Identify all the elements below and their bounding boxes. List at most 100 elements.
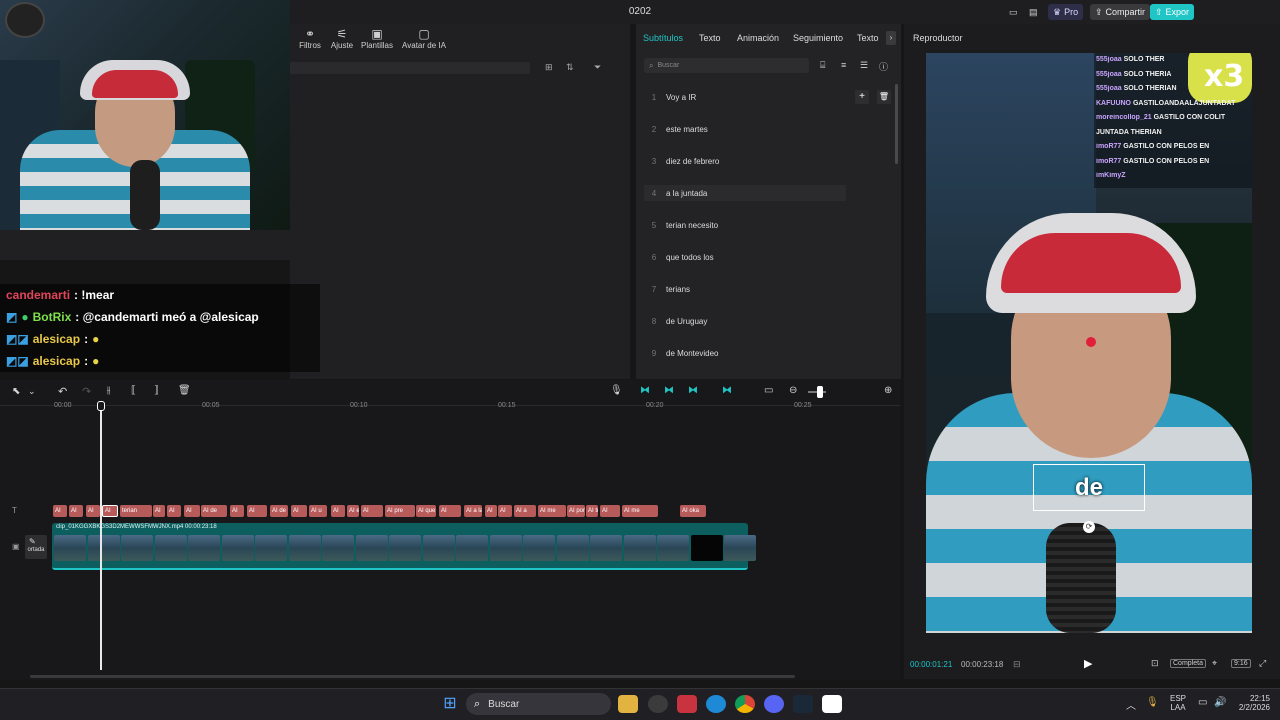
- subtitle-chip[interactable]: AI: [167, 505, 181, 517]
- link-icon[interactable]: ⧓: [640, 385, 650, 396]
- zoom-out-icon[interactable]: ⊖: [789, 385, 797, 396]
- subtitle-chip[interactable]: AI: [153, 505, 165, 517]
- trim-left-icon[interactable]: ⟦: [131, 385, 136, 396]
- add-subtitle-icon[interactable]: +: [855, 90, 869, 104]
- grid-view-icon[interactable]: ⊞: [545, 62, 553, 73]
- tool-ai-avatar[interactable]: ▢ Avatar de IA: [396, 27, 452, 50]
- language-indicator[interactable]: ESP LAA: [1170, 694, 1186, 712]
- tool-templates[interactable]: ▣ Plantillas: [357, 27, 397, 50]
- subtitle-chip[interactable]: terian: [120, 505, 152, 517]
- list-icon[interactable]: ☰: [860, 60, 868, 71]
- edge-icon[interactable]: [706, 695, 726, 713]
- subtitle-chip[interactable]: AI: [291, 505, 307, 517]
- subtitle-chip[interactable]: AI: [86, 505, 100, 517]
- tab-animation[interactable]: Animación: [737, 33, 779, 43]
- subtitle-row[interactable]: 8 de Uruguay: [644, 306, 896, 336]
- share-button[interactable]: ⇪ Compartir: [1090, 4, 1151, 20]
- media-search-bar[interactable]: [290, 62, 530, 74]
- undo-icon[interactable]: ↶: [58, 385, 67, 398]
- chevron-down-icon[interactable]: ⌄: [28, 386, 36, 397]
- subtitle-chip[interactable]: AI tr: [586, 505, 598, 517]
- subtitle-chip[interactable]: AI u: [309, 505, 327, 517]
- microphone-icon[interactable]: 🎙: [610, 385, 623, 396]
- subtitle-chip[interactable]: AI: [485, 505, 497, 517]
- aspect-ratio-select[interactable]: 9:16: [1231, 659, 1251, 668]
- tabs-next-icon[interactable]: ›: [886, 31, 896, 45]
- windows-start-icon[interactable]: ⊞: [440, 695, 460, 713]
- crop-icon[interactable]: ⊡: [1151, 658, 1159, 669]
- layout-icon[interactable]: ▭: [1004, 4, 1020, 20]
- export-button[interactable]: ⇧ Expor: [1150, 4, 1195, 20]
- subtitle-chip[interactable]: AI pre: [385, 505, 415, 517]
- tab-text[interactable]: Texto: [699, 33, 721, 43]
- replace-icon[interactable]: ⌸: [820, 60, 825, 71]
- fit-icon[interactable]: ⊕: [884, 385, 892, 396]
- subtitle-chip[interactable]: AI a la: [464, 505, 482, 517]
- zoom-slider-handle[interactable]: [817, 386, 823, 398]
- playhead-handle[interactable]: [97, 401, 105, 411]
- subtitle-row[interactable]: 5 terian necesito: [644, 210, 896, 240]
- sort-icon[interactable]: ⇅: [566, 62, 574, 73]
- subtitle-chip[interactable]: AI: [361, 505, 383, 517]
- tool-adjust[interactable]: ⚟ Ajuste: [322, 27, 362, 50]
- subtitle-chip[interactable]: AI por: [567, 505, 585, 517]
- mic-tray-icon[interactable]: 🎙: [1146, 697, 1159, 708]
- subtitle-chip[interactable]: AI: [247, 505, 267, 517]
- subtitle-chip[interactable]: AI a: [514, 505, 536, 517]
- subtitle-chip[interactable]: AI: [230, 505, 244, 517]
- subtitle-chip[interactable]: AI me: [622, 505, 658, 517]
- chrome-icon[interactable]: [735, 695, 755, 713]
- monitor-tray-icon[interactable]: ▭: [1198, 697, 1207, 708]
- chevron-up-icon[interactable]: ︿: [1126, 697, 1136, 712]
- subtitle-chip[interactable]: AI: [184, 505, 200, 517]
- settings-app-icon[interactable]: [648, 695, 668, 713]
- tab-subtitles[interactable]: Subtítulos: [643, 33, 683, 43]
- filter-icon[interactable]: ⏷: [594, 62, 601, 73]
- monitor-icon[interactable]: ▤: [1024, 4, 1040, 20]
- preview-axis-icon[interactable]: ⧓: [722, 385, 732, 396]
- subtitle-chip[interactable]: AI e: [347, 505, 359, 517]
- pro-button[interactable]: ♛ Pro: [1048, 4, 1084, 20]
- subtitle-chip[interactable]: AI de: [270, 505, 288, 517]
- delete-icon[interactable]: 🗑: [178, 385, 191, 396]
- subtitle-search[interactable]: ⌕ Buscar: [644, 58, 809, 73]
- subtitle-row[interactable]: 2 este martes: [644, 114, 896, 144]
- steam-icon[interactable]: [793, 695, 813, 713]
- subtitle-row[interactable]: 3 diez de febrero: [644, 146, 896, 176]
- subtitle-row[interactable]: 9 de Montevideo: [644, 338, 896, 368]
- video-editor-app-icon[interactable]: [677, 695, 697, 713]
- subtitle-row[interactable]: 6 que todos los: [644, 242, 896, 272]
- subtitle-row[interactable]: 4 a la juntada: [644, 185, 846, 201]
- trim-right-icon[interactable]: ⟧: [154, 385, 159, 396]
- subtitle-row[interactable]: 7 terians: [644, 274, 896, 304]
- help-icon[interactable]: ⓘ: [879, 60, 888, 73]
- screenshot-icon[interactable]: ⌖: [1212, 658, 1217, 669]
- delete-subtitle-icon[interactable]: 🗑: [877, 90, 891, 104]
- sort-list-icon[interactable]: ≡: [841, 60, 846, 70]
- subtitle-chip[interactable]: AI me: [538, 505, 566, 517]
- redo-icon[interactable]: ↷: [82, 385, 91, 398]
- caption-toggle-icon[interactable]: ▭: [764, 385, 773, 396]
- clock[interactable]: 22:15 2/2/2026: [1230, 694, 1270, 712]
- select-tool-icon[interactable]: ⬉: [12, 386, 20, 397]
- subtitle-chip[interactable]: AI: [498, 505, 512, 517]
- subtitle-chip[interactable]: AI: [53, 505, 67, 517]
- subtitle-chip[interactable]: AI: [600, 505, 620, 517]
- zoom-mode-select[interactable]: Completa: [1170, 659, 1206, 668]
- fullscreen-icon[interactable]: ⤢: [1259, 658, 1266, 669]
- play-icon[interactable]: ▶: [1084, 657, 1092, 670]
- file-explorer-icon[interactable]: [618, 695, 638, 713]
- capcut-icon[interactable]: [822, 695, 842, 713]
- taskbar-search[interactable]: ⌕ Buscar: [466, 693, 611, 715]
- subtitle-chip[interactable]: AI: [102, 505, 118, 517]
- horizontal-scrollbar[interactable]: [30, 675, 795, 678]
- subtitle-chip[interactable]: AI: [331, 505, 345, 517]
- volume-icon[interactable]: 🔊: [1214, 697, 1226, 708]
- timecode-icon[interactable]: ⊟: [1013, 659, 1021, 670]
- tab-text-2[interactable]: Texto: [857, 33, 879, 43]
- tab-tracking[interactable]: Seguimiento: [793, 33, 843, 43]
- subtitle-chip[interactable]: AI oka: [680, 505, 706, 517]
- discord-icon[interactable]: [764, 695, 784, 713]
- subtitle-chip[interactable]: AI: [69, 505, 83, 517]
- caption-box[interactable]: de: [1033, 464, 1145, 511]
